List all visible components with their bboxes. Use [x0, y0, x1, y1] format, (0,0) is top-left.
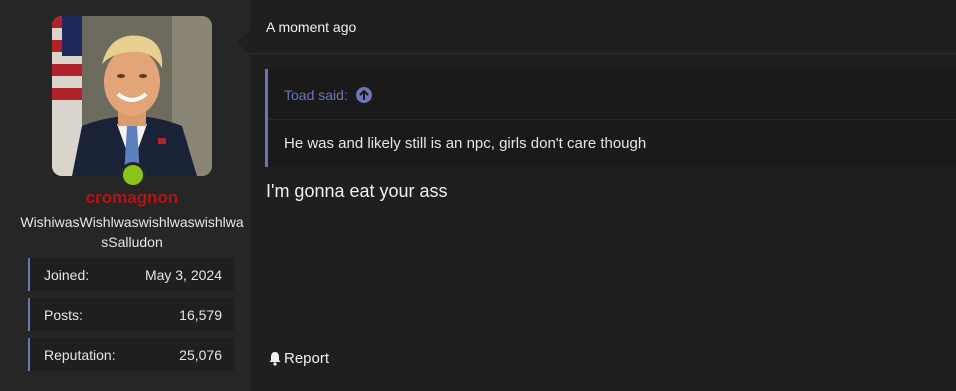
stat-value: 16,579 — [179, 306, 222, 323]
stat-value: May 3, 2024 — [144, 266, 222, 283]
quote-attribution[interactable]: Toad said: — [284, 87, 372, 103]
stat-value: 25,076 — [179, 346, 222, 363]
quote-author[interactable]: Toad said: — [284, 87, 348, 103]
online-status-indicator — [120, 162, 146, 188]
header-divider — [250, 53, 956, 54]
post-main: A moment ago Toad said: He was and likel… — [250, 0, 956, 391]
report-label[interactable]: Report — [284, 350, 329, 367]
stat-label: Joined: — [44, 266, 90, 283]
stat-label: Reputation: — [44, 346, 116, 363]
stat-reputation: Reputation: 25,076 — [28, 338, 234, 371]
post-pointer-arrow — [237, 30, 250, 54]
arrow-up-circle-icon[interactable] — [355, 87, 372, 103]
user-title: WishiwasWishlwaswishlwaswishlwasSalludon — [20, 214, 244, 250]
quote-block: Toad said: He was and likely still is an… — [265, 69, 956, 167]
avatar[interactable] — [52, 16, 212, 176]
quote-divider — [268, 119, 956, 120]
quote-text: He was and likely still is an npc, girls… — [284, 135, 647, 152]
post-message: I'm gonna eat your ass — [266, 181, 448, 201]
report-button[interactable]: Report — [268, 350, 329, 367]
stat-posts: Posts: 16,579 — [28, 298, 234, 331]
avatar-image — [52, 16, 212, 176]
post-timestamp[interactable]: A moment ago — [266, 19, 356, 35]
user-pane: cromagnon WishiwasWishlwaswishlwaswishlw… — [0, 0, 250, 391]
post: cromagnon WishiwasWishlwaswishlwaswishlw… — [0, 0, 956, 391]
stat-label: Posts: — [44, 306, 83, 323]
username[interactable]: cromagnon — [0, 188, 264, 208]
bell-icon — [268, 351, 282, 366]
stat-joined: Joined: May 3, 2024 — [28, 258, 234, 291]
